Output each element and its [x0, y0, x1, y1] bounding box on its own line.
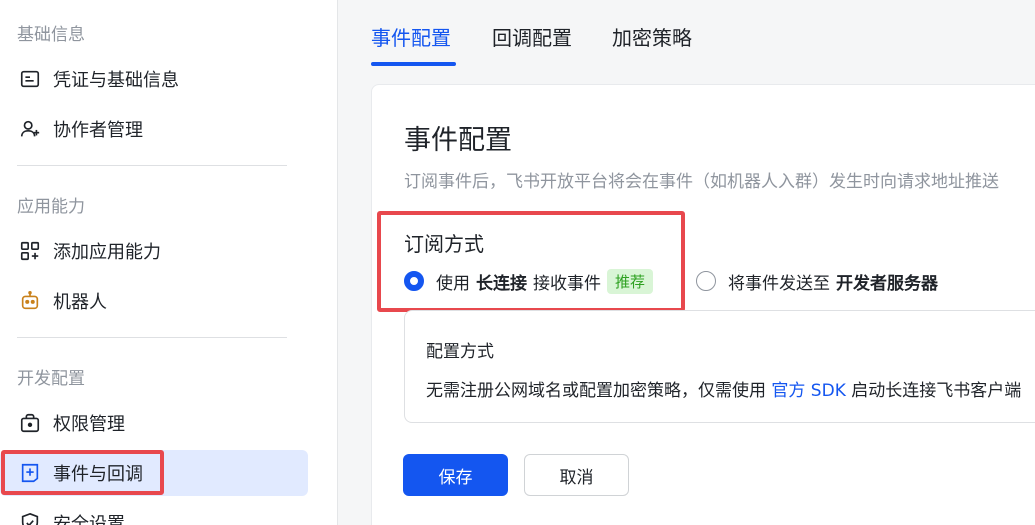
card-title: 事件配置 — [404, 125, 512, 156]
credential-icon — [17, 66, 43, 92]
user-plus-icon — [17, 116, 43, 142]
config-text-after: 启动长连接飞书客户端 — [851, 381, 1022, 401]
sidebar-item-robot[interactable]: 机器人 — [0, 278, 308, 324]
sidebar-item-collaborators[interactable]: 协作者管理 — [0, 106, 308, 152]
radio-checked-icon[interactable] — [404, 271, 424, 291]
lock-bag-icon — [17, 410, 43, 436]
card-description: 订阅事件后，飞书开放平台将会在事件（如机器人入群）发生时向请求地址推送 — [404, 172, 999, 192]
config-method-title: 配置方式 — [426, 342, 494, 362]
save-button[interactable]: 保存 — [403, 454, 508, 496]
sidebar-item-credentials[interactable]: 凭证与基础信息 — [0, 56, 308, 102]
sidebar-item-label: 安全设置 — [53, 514, 125, 525]
radio-developer-server[interactable]: 将事件发送至 开发者服务器 — [696, 266, 944, 296]
tab-event-config[interactable]: 事件配置 — [371, 22, 451, 51]
sidebar-item-events-callbacks[interactable]: 事件与回调 — [0, 450, 308, 496]
subscribe-mode-label: 订阅方式 — [404, 232, 484, 256]
official-sdk-link[interactable]: 官方 SDK — [771, 381, 845, 401]
config-method-text: 无需注册公网域名或配置加密策略，仅需使用 官方 SDK 启动长连接飞书客户端 — [426, 376, 1021, 401]
sidebar-item-label: 机器人 — [53, 292, 107, 313]
option-text: 接收事件 — [533, 273, 601, 294]
sidebar-item-label: 协作者管理 — [53, 120, 143, 141]
sidebar-item-add-capability[interactable]: 添加应用能力 — [0, 228, 308, 274]
sidebar-item-security[interactable]: 安全设置 — [0, 500, 308, 525]
section-title-basic: 基础信息 — [17, 25, 85, 45]
option-bold-text: 长连接 — [476, 273, 527, 294]
sidebar-divider — [17, 165, 287, 166]
grid-plus-icon — [17, 238, 43, 264]
sidebar-item-label: 事件与回调 — [53, 464, 143, 485]
recommended-badge: 推荐 — [607, 268, 654, 294]
section-title-dev: 开发配置 — [17, 369, 85, 389]
config-method-box — [404, 310, 1035, 423]
sidebar-item-label: 权限管理 — [53, 414, 125, 435]
sidebar: 基础信息 凭证与基础信息 协作者管理 应用能力 添加应用能力 机器人 开发配置 … — [0, 0, 338, 525]
robot-icon — [17, 288, 43, 314]
active-tab-indicator — [371, 62, 456, 66]
sidebar-divider — [17, 337, 287, 338]
cancel-button[interactable]: 取消 — [524, 454, 629, 496]
section-title-capability: 应用能力 — [17, 197, 85, 217]
shield-icon — [17, 510, 43, 525]
tab-encryption-policy[interactable]: 加密策略 — [612, 22, 692, 51]
tab-callback-config[interactable]: 回调配置 — [492, 22, 572, 51]
sidebar-item-label: 凭证与基础信息 — [53, 70, 179, 91]
sidebar-item-label: 添加应用能力 — [53, 242, 161, 263]
radio-unchecked-icon[interactable] — [696, 271, 716, 291]
option-text: 使用 — [436, 273, 470, 294]
event-plus-icon — [17, 460, 43, 486]
option-bold-text: 开发者服务器 — [836, 273, 938, 294]
config-text-before: 无需注册公网域名或配置加密策略，仅需使用 — [426, 381, 766, 401]
radio-long-connection[interactable]: 使用 长连接 接收事件 推荐 — [404, 266, 654, 296]
option-text: 将事件发送至 — [728, 273, 830, 294]
sidebar-item-permissions[interactable]: 权限管理 — [0, 400, 308, 446]
